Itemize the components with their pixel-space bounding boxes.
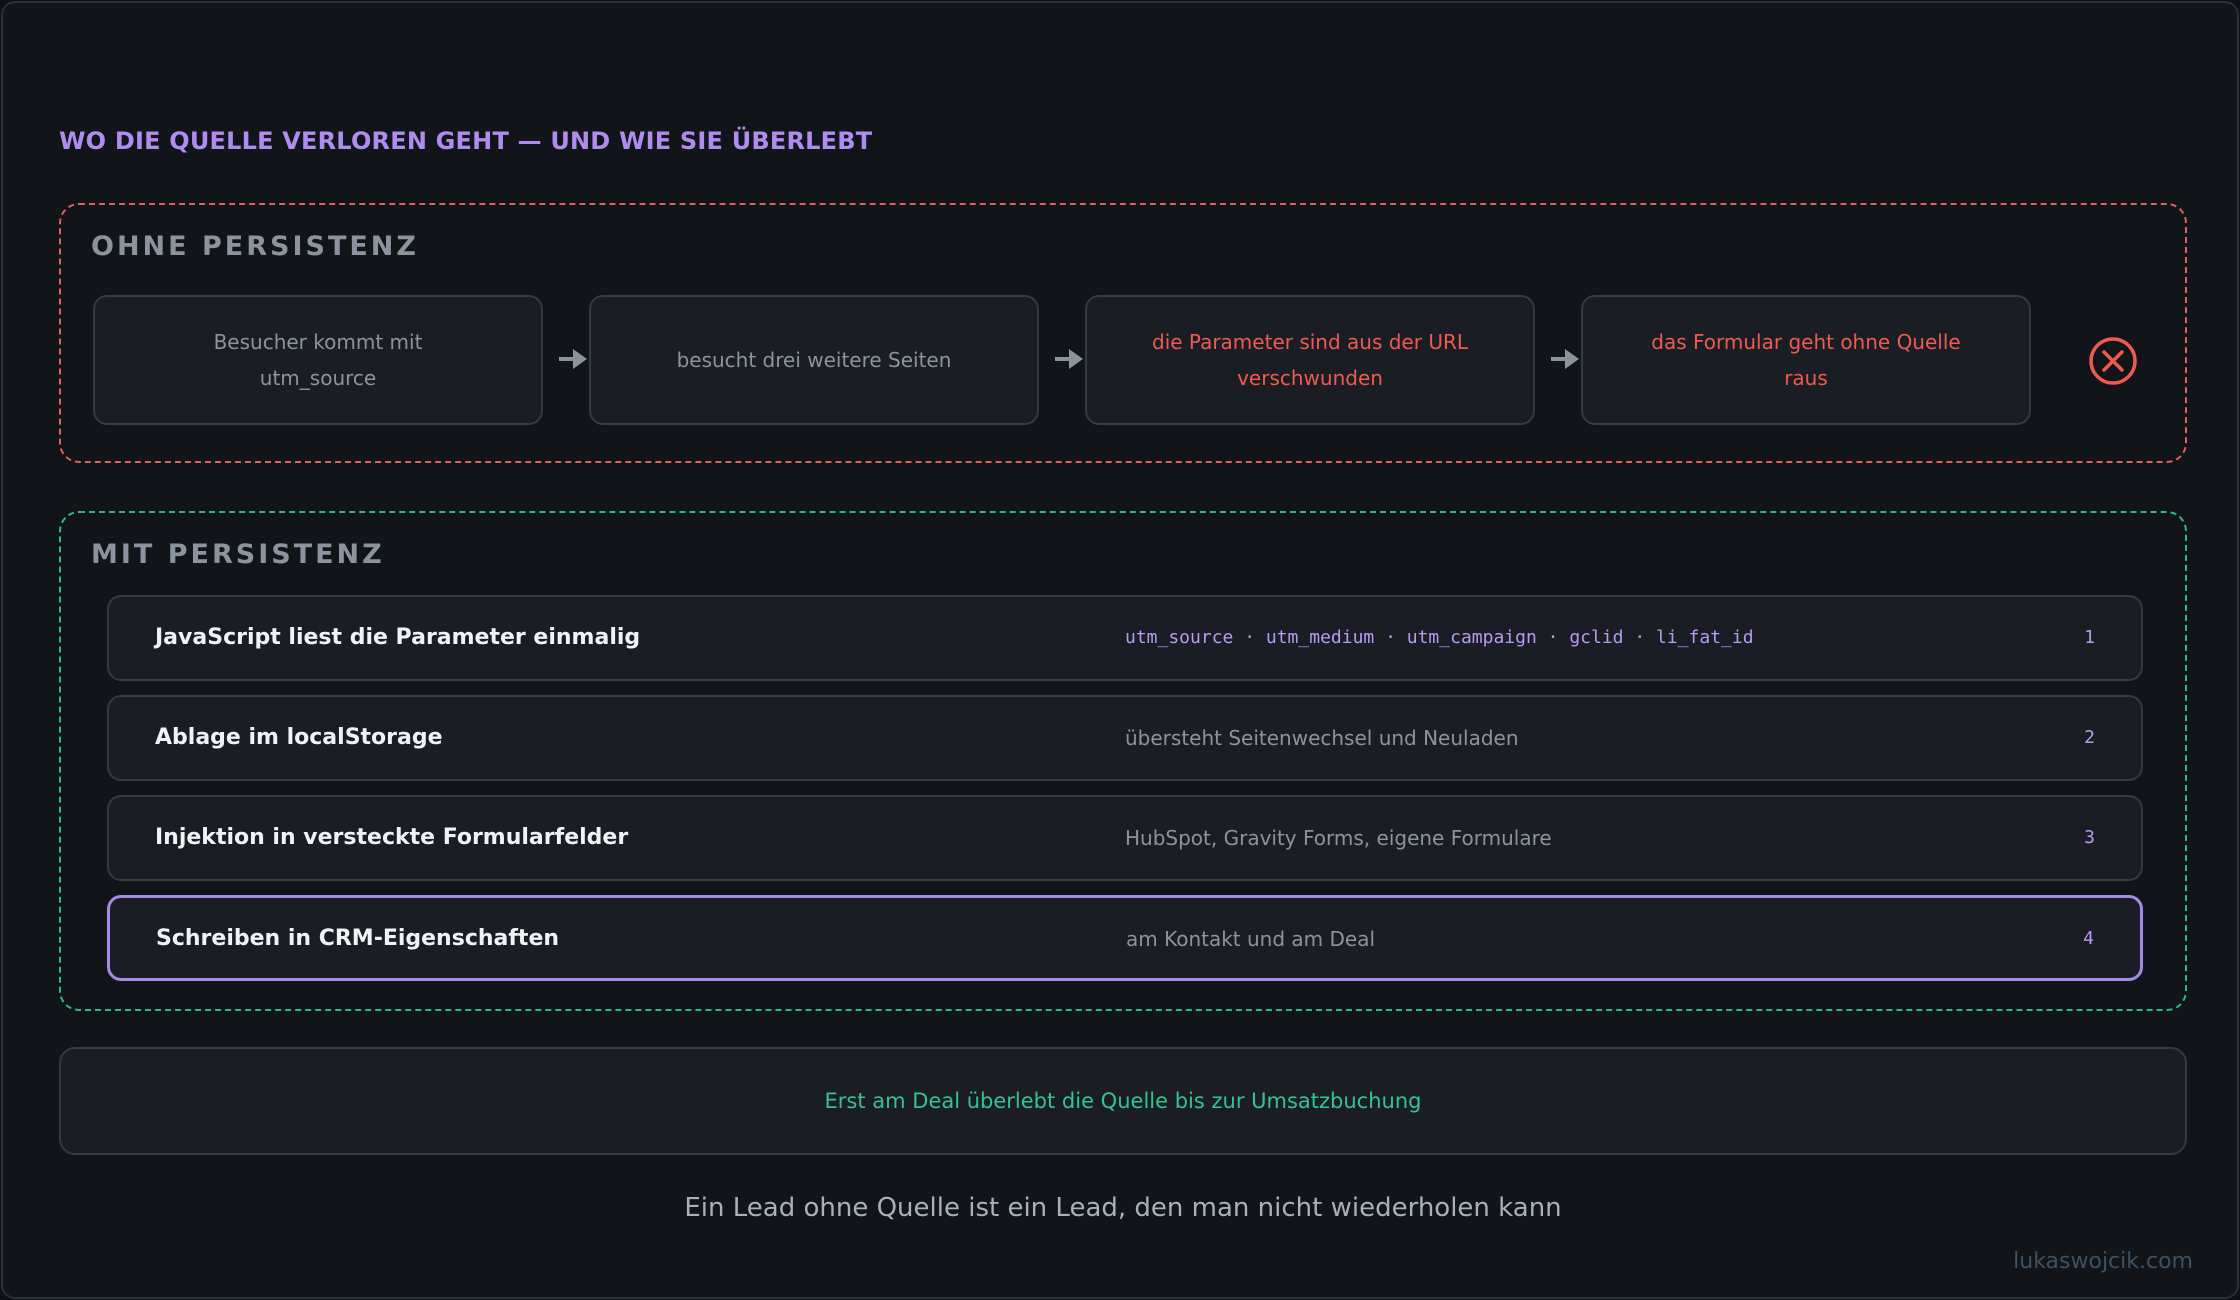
step-parameter-list: utm_source · utm_medium · utm_campaign ·… [1125, 627, 1754, 648]
summary-callout: Erst am Deal überlebt die Quelle bis zur… [59, 1047, 2187, 1155]
step-form-without-source: das Formular geht ohne Quelle raus [1581, 295, 2031, 425]
step-number: 3 [2084, 827, 2095, 848]
step-title: Injektion in versteckte Formularfelder [155, 825, 629, 850]
step-number: 1 [2084, 627, 2095, 648]
diagram-frame: WO DIE QUELLE VERLOREN GEHT — UND WIE SI… [1, 1, 2239, 1299]
step-description: übersteht Seitenwechsel und Neuladen [1125, 726, 1519, 750]
step-title: Schreiben in CRM-Eigenschaften [156, 926, 560, 951]
step-description: am Kontakt und am Deal [1126, 927, 1376, 951]
panel-with-persistence: MIT PERSISTENZ JavaScript liest die Para… [59, 511, 2187, 1011]
step-title: Ablage im localStorage [155, 725, 443, 750]
persistence-step-2: Ablage im localStorage übersteht Seitenw… [107, 695, 2143, 781]
panel-without-persistence: OHNE PERSISTENZ Besucher kommt mit utm_s… [59, 203, 2187, 463]
arrow-right-icon [1551, 349, 1579, 369]
persistence-step-3: Injektion in versteckte Formularfelder H… [107, 795, 2143, 881]
step-visitor-arrives: Besucher kommt mit utm_source [93, 295, 543, 425]
panel-label-with: MIT PERSISTENZ [91, 539, 385, 570]
persistence-step-4-highlighted: Schreiben in CRM-Eigenschaften am Kontak… [107, 895, 2143, 981]
diagram-title: WO DIE QUELLE VERLOREN GEHT — UND WIE SI… [59, 127, 873, 155]
arrow-right-icon [1055, 349, 1083, 369]
arrow-right-icon [559, 349, 587, 369]
persistence-step-1: JavaScript liest die Parameter einmalig … [107, 595, 2143, 681]
step-title: JavaScript liest die Parameter einmalig [155, 625, 641, 650]
x-circle-icon [2089, 337, 2137, 385]
panel-label-without: OHNE PERSISTENZ [91, 231, 419, 262]
credit-link[interactable]: lukaswojcik.com [2013, 1249, 2193, 1274]
step-parameters-lost: die Parameter sind aus der URL verschwun… [1085, 295, 1535, 425]
step-number: 2 [2084, 727, 2095, 748]
footer-quote: Ein Lead ohne Quelle ist ein Lead, den m… [684, 1193, 1562, 1223]
step-visits-pages: besucht drei weitere Seiten [589, 295, 1039, 425]
step-description: HubSpot, Gravity Forms, eigene Formulare [1125, 826, 1552, 850]
step-number: 4 [2083, 928, 2094, 949]
